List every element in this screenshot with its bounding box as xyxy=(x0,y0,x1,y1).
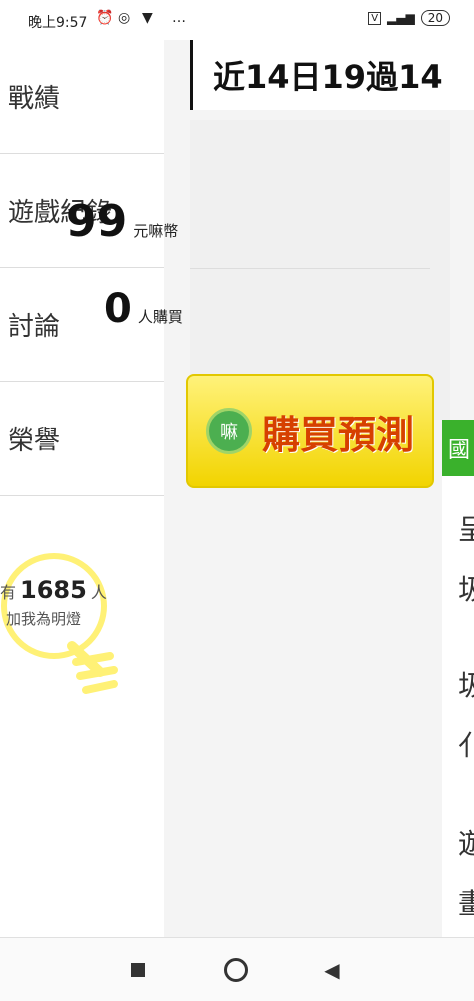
lightbulb-panel[interactable]: 有 1685 人 加我為明燈 xyxy=(0,496,164,696)
circle-icon xyxy=(224,957,248,982)
price-value: 99 xyxy=(66,196,128,247)
buyer-count: 0 人購買 xyxy=(104,286,183,332)
status-bar: 晚上9:57 ⏰ ◎ ▼ … V ▂▄▆ 20 xyxy=(0,0,474,40)
page-title: 近14日19過14 xyxy=(190,40,474,110)
chrome-icon: ◎ xyxy=(118,10,131,26)
buy-prediction-button[interactable]: 嘛 購買預測 xyxy=(186,374,434,488)
sidebar-item-label: 榮譽 xyxy=(8,426,61,456)
alarm-icon: ⏰ xyxy=(96,10,114,26)
status-right: V ▂▄▆ 20 xyxy=(368,10,450,26)
buyer-unit: 人購買 xyxy=(137,308,183,326)
volte-icon: V xyxy=(368,11,382,25)
list-item[interactable]: 呈 xyxy=(458,508,474,548)
divider xyxy=(190,268,430,269)
price-display: 99 元嘛幣 xyxy=(66,196,178,247)
sidebar-item-honor[interactable]: 榮譽 xyxy=(0,382,164,496)
signal-icon: ▂▄▆ xyxy=(387,11,415,25)
tab-country[interactable]: 國 xyxy=(442,420,474,476)
nav-bar: ◀ xyxy=(0,937,474,1001)
home-button[interactable] xyxy=(206,938,266,1001)
bulb-count-line: 有 1685 人 xyxy=(0,576,107,604)
sidebar-item-record[interactable]: 戰績 xyxy=(0,40,164,154)
list-item[interactable]: 圾 xyxy=(458,568,474,608)
sidebar-item-label: 戰績 xyxy=(8,84,61,114)
buy-prediction-label: 購買預測 xyxy=(261,412,414,457)
price-unit: 元嘛幣 xyxy=(133,222,179,240)
back-button[interactable]: ◀ xyxy=(302,938,362,1001)
sidebar: 戰績 遊戲紀錄 討論 榮譽 有 1685 人 加我為明燈 xyxy=(0,40,165,937)
bulb-count: 1685 xyxy=(20,576,87,604)
list-item[interactable]: 遊 xyxy=(458,822,474,862)
square-icon xyxy=(131,962,145,977)
main-panel: 近14日19過14 xyxy=(164,40,474,937)
more-icon: … xyxy=(172,10,186,26)
bulb-prefix: 有 xyxy=(0,583,17,602)
buyer-value: 0 xyxy=(104,286,132,332)
bulb-caption: 加我為明燈 xyxy=(6,610,82,628)
back-triangle-icon: ◀ xyxy=(324,957,340,982)
coin-logo-icon: 嘛 xyxy=(205,408,252,454)
battery-icon: 20 xyxy=(420,10,450,26)
list-item[interactable]: 圾 xyxy=(458,664,474,704)
list-item[interactable]: 畫 xyxy=(458,882,474,922)
status-time: 晚上9:57 xyxy=(28,15,88,31)
chat-icon: ▼ xyxy=(142,10,153,26)
sidebar-item-label: 討論 xyxy=(8,312,61,342)
list-item[interactable]: 亻 xyxy=(458,724,474,764)
bulb-suffix: 人 xyxy=(90,583,107,602)
battery-level: 20 xyxy=(427,11,443,25)
recents-button[interactable] xyxy=(108,938,168,1001)
